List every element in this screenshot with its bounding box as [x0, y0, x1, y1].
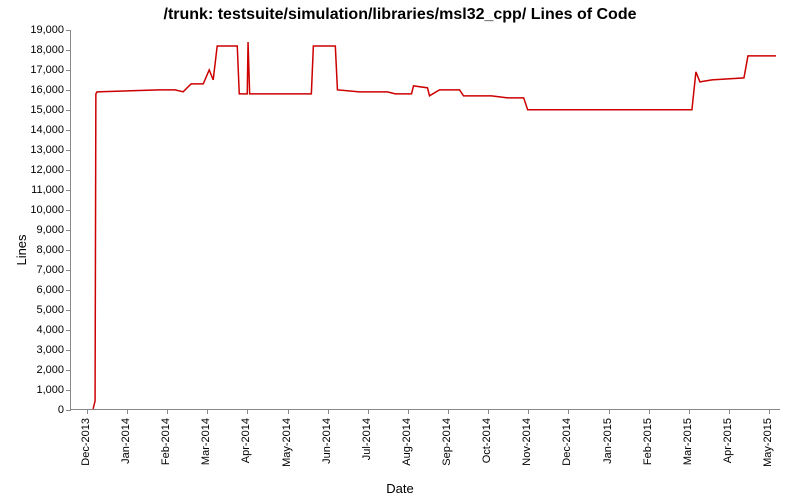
x-tick-label: Jul-2014 — [361, 418, 373, 460]
y-tick — [66, 270, 71, 271]
x-tick-label: Apr-2015 — [722, 418, 734, 463]
y-tick-label: 19,000 — [8, 24, 64, 36]
x-tick — [769, 409, 770, 414]
y-tick — [66, 390, 71, 391]
x-tick — [247, 409, 248, 414]
y-tick-label: 1,000 — [8, 384, 64, 396]
y-tick-label: 13,000 — [8, 144, 64, 156]
y-tick — [66, 250, 71, 251]
x-axis-label: Date — [0, 481, 800, 496]
y-tick-label: 6,000 — [8, 284, 64, 296]
x-tick — [288, 409, 289, 414]
x-tick — [689, 409, 690, 414]
x-tick-label: Apr-2014 — [240, 418, 252, 463]
x-tick — [127, 409, 128, 414]
y-tick-label: 18,000 — [8, 44, 64, 56]
y-tick-label: 9,000 — [8, 224, 64, 236]
x-tick — [729, 409, 730, 414]
x-tick-label: Jan-2014 — [120, 418, 132, 464]
x-tick-label: Oct-2014 — [481, 418, 493, 463]
x-tick — [488, 409, 489, 414]
y-tick — [66, 110, 71, 111]
x-tick-label: Mar-2014 — [200, 418, 212, 465]
y-tick-label: 2,000 — [8, 364, 64, 376]
y-tick-label: 16,000 — [8, 84, 64, 96]
y-tick — [66, 30, 71, 31]
y-tick — [66, 150, 71, 151]
y-tick — [66, 230, 71, 231]
y-tick-label: 14,000 — [8, 124, 64, 136]
y-tick — [66, 70, 71, 71]
y-tick-label: 15,000 — [8, 104, 64, 116]
y-tick — [66, 330, 71, 331]
x-tick — [328, 409, 329, 414]
x-tick-label: Jun-2014 — [321, 418, 333, 464]
x-tick — [568, 409, 569, 414]
y-tick-label: 5,000 — [8, 304, 64, 316]
y-tick — [66, 290, 71, 291]
x-tick — [87, 409, 88, 414]
line-series — [71, 30, 780, 409]
x-tick — [448, 409, 449, 414]
x-tick-label: Dec-2014 — [561, 418, 573, 466]
y-tick — [66, 50, 71, 51]
x-tick — [609, 409, 610, 414]
y-tick — [66, 190, 71, 191]
y-tick — [66, 210, 71, 211]
y-tick-label: 17,000 — [8, 64, 64, 76]
y-tick — [66, 370, 71, 371]
y-tick-label: 3,000 — [8, 344, 64, 356]
x-tick — [167, 409, 168, 414]
y-tick-label: 0 — [8, 404, 64, 416]
y-tick-label: 7,000 — [8, 264, 64, 276]
x-tick-label: Sep-2014 — [441, 418, 453, 466]
y-tick-label: 12,000 — [8, 164, 64, 176]
x-tick — [368, 409, 369, 414]
x-tick — [528, 409, 529, 414]
y-tick-label: 8,000 — [8, 244, 64, 256]
x-tick — [408, 409, 409, 414]
chart-title: /trunk: testsuite/simulation/libraries/m… — [0, 6, 800, 24]
x-tick-label: Aug-2014 — [401, 418, 413, 466]
y-tick — [66, 410, 71, 411]
y-tick-label: 11,000 — [8, 184, 64, 196]
y-tick — [66, 90, 71, 91]
x-tick — [207, 409, 208, 414]
x-tick-label: May-2014 — [281, 418, 293, 467]
y-tick-label: 10,000 — [8, 204, 64, 216]
x-tick-label: Feb-2014 — [160, 418, 172, 465]
x-tick-label: Mar-2015 — [682, 418, 694, 465]
x-tick-label: Feb-2015 — [642, 418, 654, 465]
y-tick — [66, 130, 71, 131]
y-tick — [66, 170, 71, 171]
y-tick-label: 4,000 — [8, 324, 64, 336]
y-tick — [66, 310, 71, 311]
y-tick — [66, 350, 71, 351]
x-tick-label: Jan-2015 — [602, 418, 614, 464]
x-tick-label: Dec-2013 — [80, 418, 92, 466]
x-tick-label: Nov-2014 — [521, 418, 533, 466]
plot-area — [70, 30, 780, 410]
x-tick — [649, 409, 650, 414]
x-tick-label: May-2015 — [762, 418, 774, 467]
